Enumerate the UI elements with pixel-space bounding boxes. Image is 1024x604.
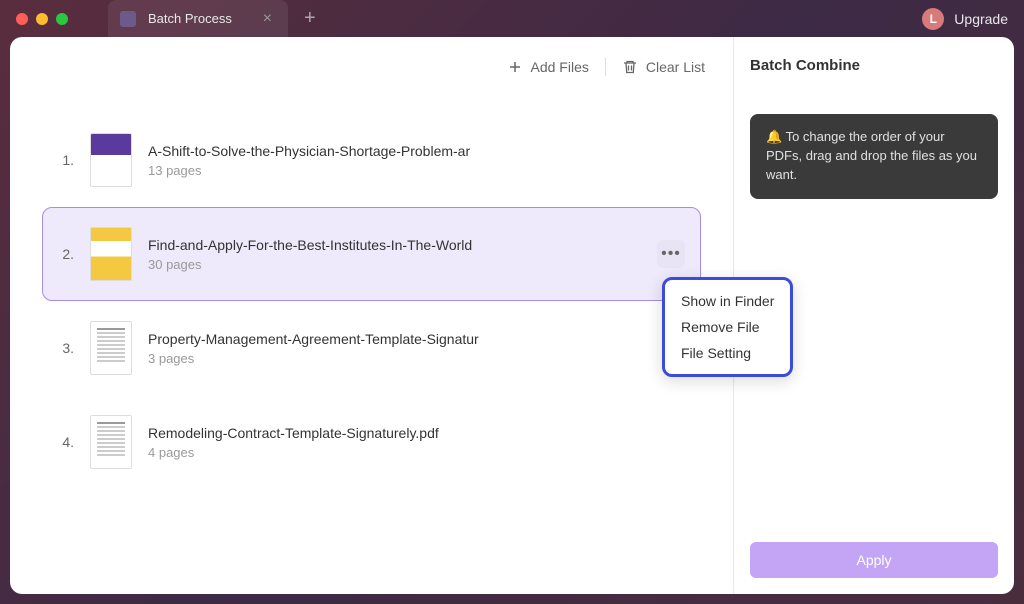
tabs-container: Batch Process × + (108, 0, 922, 37)
file-number: 4. (58, 434, 74, 450)
more-options-button[interactable]: ••• (657, 240, 685, 268)
file-name: Find-and-Apply-For-the-Best-Institutes-I… (148, 237, 641, 253)
menu-file-setting[interactable]: File Setting (665, 340, 790, 366)
minimize-window-button[interactable] (36, 13, 48, 25)
file-number: 2. (58, 246, 74, 262)
traffic-lights (16, 13, 68, 25)
file-number: 1. (58, 152, 74, 168)
file-name: A-Shift-to-Solve-the-Physician-Shortage-… (148, 143, 685, 159)
file-info: Remodeling-Contract-Template-Signaturely… (148, 425, 685, 460)
sidebar-title: Batch Combine (750, 57, 998, 74)
file-pages: 4 pages (148, 445, 685, 460)
file-pages: 3 pages (148, 351, 685, 366)
tab-icon (120, 11, 136, 27)
header-right: L Upgrade (922, 8, 1008, 30)
title-bar: Batch Process × + L Upgrade (0, 0, 1024, 37)
file-thumbnail (90, 415, 132, 469)
apply-button[interactable]: Apply (750, 542, 998, 578)
toolbar: Add Files Clear List (10, 37, 733, 85)
file-info: Property-Management-Agreement-Template-S… (148, 331, 685, 366)
add-files-button[interactable]: Add Files (507, 59, 589, 75)
file-pages: 30 pages (148, 257, 641, 272)
toolbar-divider (605, 58, 606, 76)
file-thumbnail (90, 133, 132, 187)
app-window: Add Files Clear List 1. A-Shift-to-Solve… (10, 37, 1014, 594)
list-item[interactable]: 3. Property-Management-Agreement-Templat… (42, 301, 701, 395)
file-number: 3. (58, 340, 74, 356)
file-list: 1. A-Shift-to-Solve-the-Physician-Shorta… (10, 85, 733, 594)
more-icon: ••• (661, 245, 681, 263)
file-info: A-Shift-to-Solve-the-Physician-Shortage-… (148, 143, 685, 178)
main-panel: Add Files Clear List 1. A-Shift-to-Solve… (10, 37, 734, 594)
list-item[interactable]: 4. Remodeling-Contract-Template-Signatur… (42, 395, 701, 489)
clear-list-label: Clear List (646, 59, 705, 75)
context-menu: Show in Finder Remove File File Setting (662, 277, 793, 377)
upgrade-link[interactable]: Upgrade (954, 11, 1008, 27)
maximize-window-button[interactable] (56, 13, 68, 25)
close-tab-button[interactable]: × (259, 10, 276, 28)
plus-icon (507, 59, 523, 75)
file-info: Find-and-Apply-For-the-Best-Institutes-I… (148, 237, 641, 272)
file-thumbnail (90, 321, 132, 375)
tab-title: Batch Process (148, 11, 247, 26)
list-item[interactable]: 1. A-Shift-to-Solve-the-Physician-Shorta… (42, 113, 701, 207)
file-pages: 13 pages (148, 163, 685, 178)
file-thumbnail (90, 227, 132, 281)
tip-box: 🔔 To change the order of your PDFs, drag… (750, 114, 998, 199)
file-name: Remodeling-Contract-Template-Signaturely… (148, 425, 685, 441)
add-files-label: Add Files (531, 59, 589, 75)
avatar[interactable]: L (922, 8, 944, 30)
close-window-button[interactable] (16, 13, 28, 25)
menu-remove-file[interactable]: Remove File (665, 314, 790, 340)
tab-batch-process[interactable]: Batch Process × (108, 0, 288, 37)
file-name: Property-Management-Agreement-Template-S… (148, 331, 685, 347)
trash-icon (622, 59, 638, 75)
list-item[interactable]: 2. Find-and-Apply-For-the-Best-Institute… (42, 207, 701, 301)
clear-list-button[interactable]: Clear List (622, 59, 705, 75)
menu-show-in-finder[interactable]: Show in Finder (665, 288, 790, 314)
new-tab-button[interactable]: + (296, 7, 324, 30)
